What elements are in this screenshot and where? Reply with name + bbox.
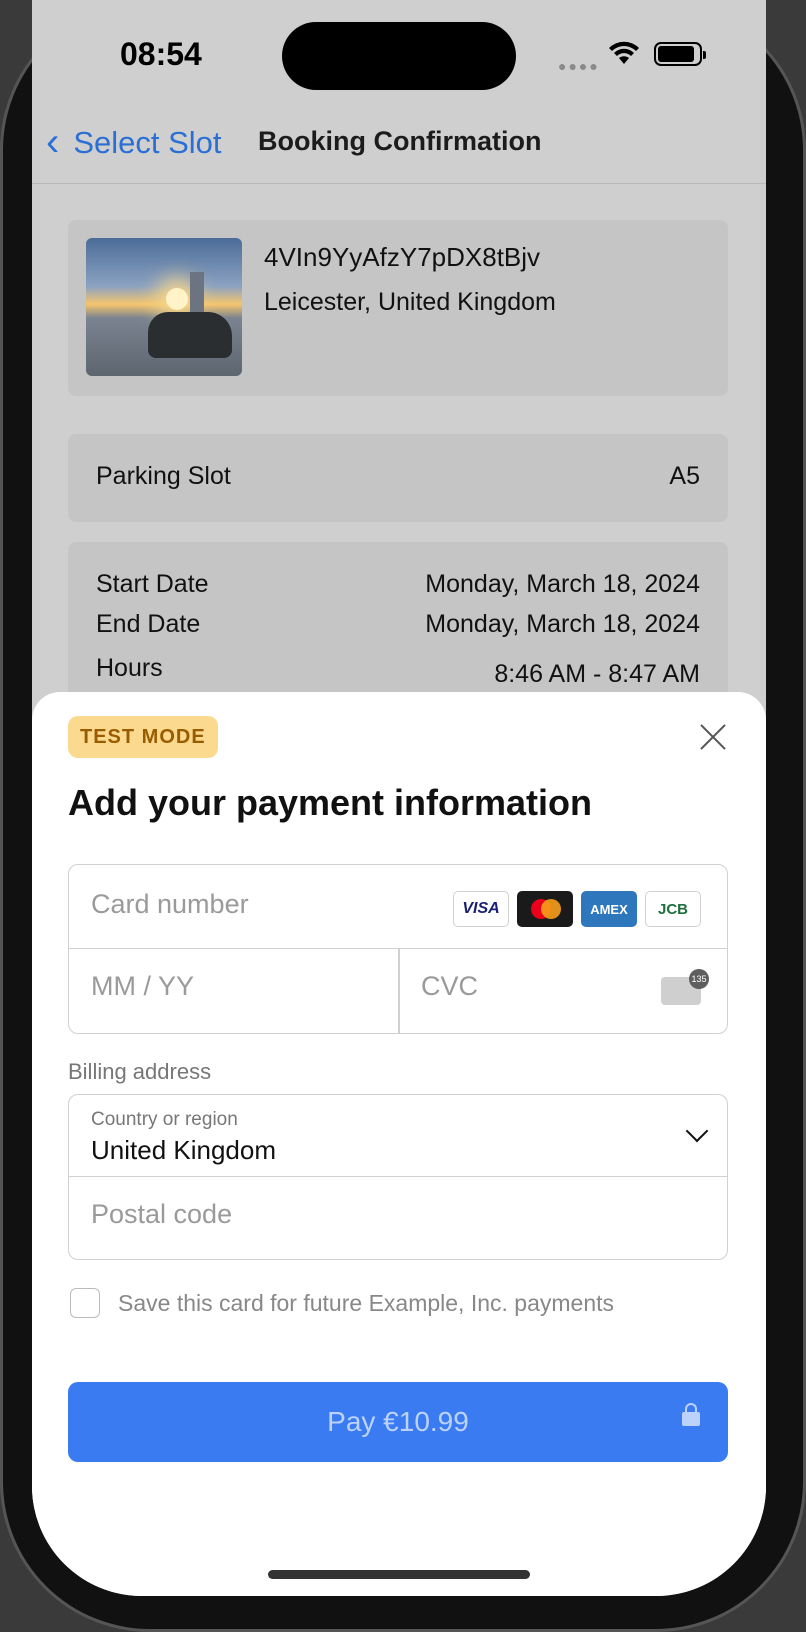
slot-value: A5 [669, 462, 700, 490]
wifi-icon [609, 41, 639, 64]
page-title: Booking Confirmation [258, 126, 542, 156]
card-brands: VISA AMEX JCB [453, 891, 701, 927]
back-button[interactable]: ‹ Select Slot [46, 120, 222, 165]
field-divider [398, 949, 400, 1033]
listing-card: 4VIn9YyAfzY7pDX8tBjv Leicester, United K… [68, 220, 728, 396]
screen: 08:54 ●●●● ‹ Select Slot Booking Confirm… [32, 0, 766, 1596]
country-select[interactable]: Country or region United Kingdom [69, 1095, 727, 1177]
pay-button[interactable]: Pay €10.99 [68, 1382, 728, 1462]
home-indicator [268, 1570, 530, 1579]
test-mode-badge: TEST MODE [68, 716, 218, 758]
card-number-field[interactable]: Card number VISA AMEX JCB [69, 865, 727, 949]
status-time: 08:54 [120, 36, 202, 72]
chevron-left-icon: ‹ [46, 120, 60, 164]
navigation-bar: ‹ Select Slot Booking Confirmation [32, 110, 766, 184]
end-date-label: End Date [96, 610, 201, 638]
country-value: United Kingdom [91, 1135, 276, 1165]
status-bar: 08:54 ●●●● [32, 0, 766, 110]
start-date-value: Monday, March 18, 2024 [425, 570, 700, 598]
chevron-down-icon [685, 1119, 709, 1143]
close-icon[interactable] [698, 722, 728, 752]
country-label: Country or region [91, 1109, 238, 1130]
billing-label: Billing address [68, 1059, 212, 1084]
billing-address-box: Country or region United Kingdom Postal … [68, 1094, 728, 1260]
save-card-label: Save this card for future Example, Inc. … [118, 1290, 615, 1316]
lock-icon [682, 1403, 700, 1426]
battery-icon [654, 42, 706, 66]
listing-location: Leicester, United Kingdom [264, 288, 556, 316]
jcb-icon: JCB [645, 891, 701, 927]
visa-icon: VISA [453, 891, 509, 927]
card-details-box: Card number VISA AMEX JCB MM / YY CVC 13… [68, 864, 728, 1034]
back-label: Select Slot [73, 124, 222, 160]
parking-photo [86, 238, 242, 376]
mastercard-icon [517, 891, 573, 927]
card-number-placeholder: Card number [91, 889, 249, 919]
cvc-icon-number: 135 [689, 969, 709, 989]
expiry-field[interactable]: MM / YY [91, 971, 194, 1002]
pay-label: Pay €10.99 [327, 1406, 469, 1437]
save-card-checkbox[interactable] [70, 1288, 100, 1318]
payment-heading: Add your payment information [68, 782, 593, 823]
signal-icon: ●●●● [558, 58, 600, 74]
postal-code-field[interactable]: Postal code [91, 1199, 232, 1230]
cvc-card-icon: 135 [661, 969, 709, 1005]
dynamic-island [282, 22, 516, 90]
hours-label: Hours [96, 654, 163, 682]
cvc-field[interactable]: CVC [421, 971, 478, 1002]
end-date-value: Monday, March 18, 2024 [425, 610, 700, 638]
hours-value: 8:46 AM - 8:47 AM [494, 660, 700, 688]
amex-icon: AMEX [581, 891, 637, 927]
payment-sheet: TEST MODE Add your payment information C… [32, 692, 766, 1596]
slot-label: Parking Slot [96, 462, 231, 490]
listing-name: 4VIn9YyAfzY7pDX8tBjv [264, 242, 541, 272]
start-date-label: Start Date [96, 570, 209, 598]
slot-card: Parking Slot A5 [68, 434, 728, 522]
